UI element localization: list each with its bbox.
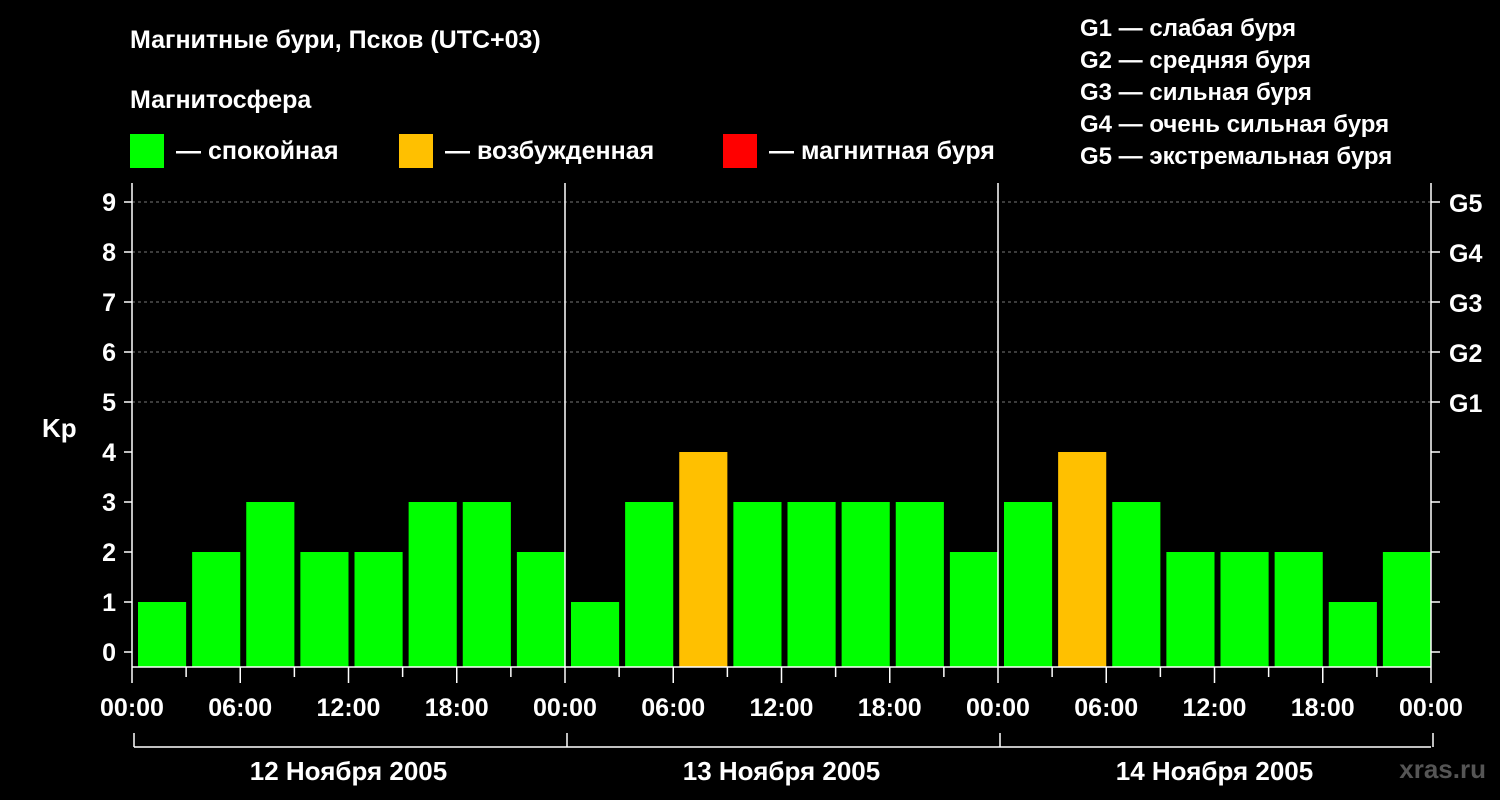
g-level-label: G1: [1449, 390, 1482, 418]
kp-bar: [1274, 552, 1323, 667]
x-tick-label: 18:00: [425, 694, 489, 722]
watermark: xras.ru: [1399, 754, 1486, 784]
x-tick-label: 12:00: [1183, 694, 1247, 722]
kp-bar: [1328, 602, 1377, 667]
kp-bar: [1058, 452, 1107, 667]
kp-bar: [733, 502, 782, 667]
y-tick-label: 7: [102, 289, 116, 317]
y-tick-label: 2: [102, 539, 116, 567]
kp-chart: 0 1 2 3 4 5 6 7 8 9 G1 G2 G3 G4 G5 Kp 00:00 06:00 12:00 18:…: [42, 183, 1482, 786]
kp-bar: [1166, 552, 1215, 667]
y-tick-label: 6: [102, 339, 116, 367]
kp-bar: [192, 552, 241, 667]
x-tick-label: 06:00: [1074, 694, 1138, 722]
kp-bar: [138, 602, 187, 667]
kp-bar: [516, 552, 565, 667]
kp-bar: [571, 602, 620, 667]
g-level-label: G4: [1449, 240, 1482, 268]
y-tick-label: 0: [102, 639, 116, 667]
y-tick-label: 1: [102, 589, 116, 617]
kp-bar: [1382, 552, 1431, 667]
kp-bar: [841, 502, 890, 667]
y-tick-label: 4: [102, 439, 116, 467]
kp-bar: [1220, 552, 1269, 667]
x-tick-label: 12:00: [750, 694, 814, 722]
kp-bar: [787, 502, 836, 667]
y-axis-label: Kp: [42, 413, 77, 443]
kp-bar: [354, 552, 403, 667]
kp-bar: [300, 552, 349, 667]
day-label: 12 Ноября 2005: [250, 756, 447, 786]
y-tick-label: 8: [102, 239, 116, 267]
kp-bar: [679, 452, 728, 667]
kp-bar: [1112, 502, 1161, 667]
kp-bar: [625, 502, 674, 667]
x-tick-label: 00:00: [1399, 694, 1463, 722]
kp-bar: [1004, 502, 1053, 667]
kp-bar: [246, 502, 295, 667]
y-tick-label: 3: [102, 489, 116, 517]
day-label: 14 Ноября 2005: [1116, 756, 1313, 786]
x-tick-label: 18:00: [1291, 694, 1355, 722]
x-tick-label: 00:00: [533, 694, 597, 722]
x-tick-label: 18:00: [858, 694, 922, 722]
x-tick-label: 06:00: [208, 694, 272, 722]
g-level-label: G5: [1449, 190, 1482, 218]
x-tick-label: 06:00: [641, 694, 705, 722]
kp-bar: [462, 502, 511, 667]
kp-bar: [895, 502, 944, 667]
g-level-label: G3: [1449, 290, 1482, 318]
kp-bar: [949, 552, 998, 667]
y-tick-label: 9: [102, 189, 116, 217]
x-tick-label: 00:00: [100, 694, 164, 722]
kp-bar: [408, 502, 457, 667]
g-level-label: G2: [1449, 340, 1482, 368]
x-tick-label: 12:00: [317, 694, 381, 722]
x-tick-label: 00:00: [966, 694, 1030, 722]
day-label: 13 Ноября 2005: [683, 756, 880, 786]
y-tick-label: 5: [102, 389, 116, 417]
